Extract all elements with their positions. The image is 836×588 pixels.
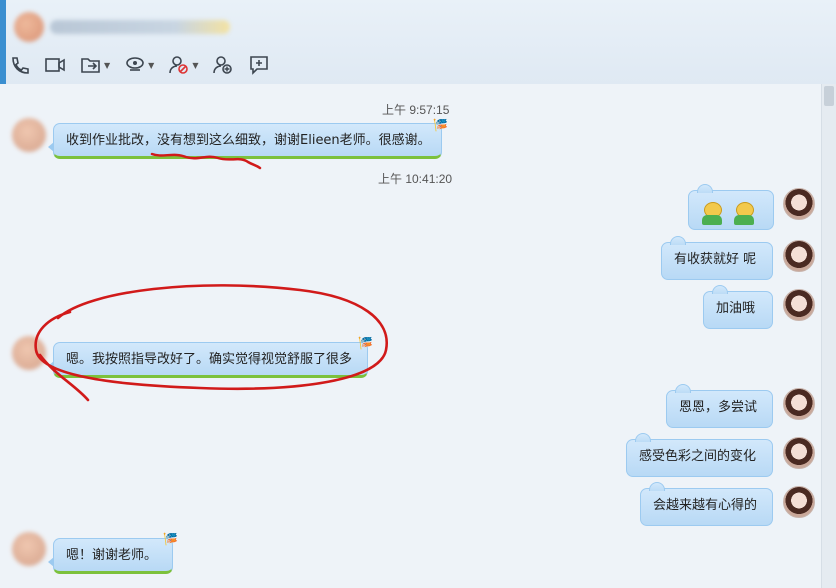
my-avatar[interactable]: [783, 437, 815, 469]
emoji-icon: [699, 201, 725, 226]
more-apps-button[interactable]: [248, 54, 270, 76]
message-bubble-outgoing[interactable]: [688, 184, 774, 230]
call-button[interactable]: [8, 54, 30, 76]
contact-avatar[interactable]: [14, 12, 44, 42]
message-text: 恩恩，多尝试: [679, 400, 758, 415]
remote-assist-icon: [126, 57, 144, 71]
phone-icon: [12, 57, 29, 74]
chevron-down-icon[interactable]: ▼: [192, 61, 198, 70]
chevron-down-icon[interactable]: ▼: [148, 61, 154, 70]
my-avatar[interactable]: [783, 486, 815, 518]
avatar[interactable]: [12, 532, 46, 566]
bubble-theme-icon: 🎏: [163, 532, 178, 546]
my-avatar[interactable]: [783, 388, 815, 420]
message-text: 会越来越有心得的: [653, 498, 758, 513]
message-text: 有收获就好 呢: [674, 252, 757, 267]
message-bubble-outgoing[interactable]: 感受色彩之间的变化: [626, 433, 773, 477]
bubble-theme-icon: 🎏: [433, 118, 448, 132]
message-text: 感受色彩之间的变化: [639, 449, 757, 464]
add-contact-icon: [213, 56, 233, 74]
more-apps-icon: [250, 56, 269, 75]
message-list[interactable]: 上午 9:57:15 上午 10:41:20 收到作业批改，没有想到这么细致，谢…: [0, 84, 822, 588]
chat-toolbar: ▼ ▼ ▼: [8, 52, 270, 78]
scrollbar[interactable]: [821, 84, 836, 588]
message-bubble-outgoing[interactable]: 恩恩，多尝试: [666, 384, 773, 428]
scrollbar-thumb[interactable]: [824, 86, 834, 106]
block-user-button[interactable]: ▼: [168, 54, 198, 76]
chat-header: ▼ ▼ ▼: [0, 0, 836, 85]
timestamp: 上午 9:57:15: [382, 103, 450, 117]
message-bubble-outgoing[interactable]: 有收获就好 呢: [661, 236, 773, 280]
message-bubble-incoming[interactable]: 嗯。我按照指导改好了。确实觉得视觉舒服了很多: [48, 342, 368, 378]
contact-name-blurred: [50, 20, 230, 34]
message-bubble-outgoing[interactable]: 加油哦: [703, 285, 773, 329]
video-icon: [45, 58, 65, 72]
avatar[interactable]: [12, 336, 46, 370]
message-text: 嗯。我按照指导改好了。确实觉得视觉舒服了很多: [66, 352, 353, 367]
my-avatar[interactable]: [783, 188, 815, 220]
timestamp: 上午 10:41:20: [378, 172, 453, 186]
my-avatar[interactable]: [783, 240, 815, 272]
message-text: 收到作业批改，没有想到这么细致，谢谢Elieen老师。很感谢。: [66, 133, 431, 148]
emoji-icon: [731, 201, 757, 226]
add-contact-button[interactable]: [212, 54, 234, 76]
send-file-button[interactable]: ▼: [80, 54, 110, 76]
message-bubble-outgoing[interactable]: 会越来越有心得的: [640, 482, 773, 526]
my-avatar[interactable]: [783, 289, 815, 321]
message-bubble-incoming[interactable]: 嗯！谢谢老师。: [48, 538, 173, 574]
chevron-down-icon[interactable]: ▼: [104, 61, 110, 70]
remote-assist-button[interactable]: ▼: [124, 54, 154, 76]
bubble-theme-icon: 🎏: [358, 336, 373, 350]
message-bubble-incoming[interactable]: 收到作业批改，没有想到这么细致，谢谢Elieen老师。很感谢。: [48, 123, 442, 159]
message-text: 嗯！谢谢老师。: [66, 548, 158, 563]
video-call-button[interactable]: [44, 54, 66, 76]
avatar[interactable]: [12, 118, 46, 152]
message-text: 加油哦: [716, 301, 756, 316]
file-transfer-icon: [81, 58, 100, 73]
block-user-icon: [169, 56, 189, 74]
